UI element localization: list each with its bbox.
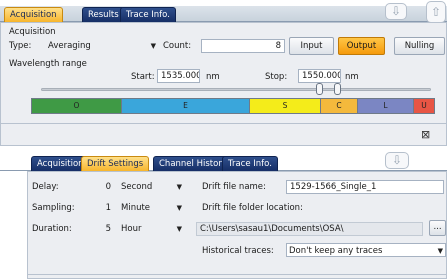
type-select-value: Averaging [48, 41, 91, 51]
wavelength-range-label: Wavelength range [9, 59, 87, 69]
sampling-unit-value: Minute [121, 203, 151, 213]
historical-traces-value: Don't keep any traces [289, 246, 383, 256]
output-button[interactable]: Output [338, 37, 385, 55]
duration-input[interactable]: 5 [80, 222, 115, 236]
stop-label: Stop: [265, 72, 288, 82]
acquisition-panel: Acquisition Type: Averaging ▼ Count: 8 I… [0, 22, 447, 146]
chevron-down-icon: ▼ [176, 204, 182, 212]
count-input[interactable]: 8 [201, 39, 285, 53]
tab-trace-info[interactable]: Trace Info. [120, 7, 176, 22]
slider-start-handle[interactable] [316, 83, 323, 95]
tab-trace-info-2[interactable]: Trace Info. [222, 156, 278, 171]
duration-label: Duration: [32, 224, 72, 234]
stop-wavelength-input[interactable]: 1550.000 [298, 69, 341, 83]
slider-stop-handle[interactable] [334, 83, 341, 95]
drift-settings-panel: Delay: 0 Second ▼ Sampling: 1 Minute ▼ D… [27, 171, 447, 279]
input-button[interactable]: Input [289, 37, 334, 55]
delay-label: Delay: [32, 182, 59, 192]
sampling-label: Sampling: [32, 203, 75, 213]
up-arrow-icon[interactable]: ⇧ [426, 1, 446, 23]
acquisition-tab-bar: Acquisition Results Trace Info. [0, 6, 447, 22]
sampling-unit-select[interactable]: Minute ▼ [119, 201, 184, 215]
acquisition-section-title: Acquisition [9, 27, 56, 37]
count-label: Count: [163, 41, 192, 51]
drift-tab-bar: Acquisition Drift Settings Channel Histo… [0, 155, 447, 171]
start-unit: nm [206, 72, 220, 82]
band-o[interactable]: O [32, 99, 122, 113]
delay-input[interactable]: 0 [80, 180, 115, 194]
band-c[interactable]: C [321, 99, 358, 113]
delay-unit-value: Second [121, 182, 153, 192]
duration-unit-value: Hour [121, 224, 142, 234]
drift-file-name-input[interactable]: 1529-1566_Single_1 [286, 180, 444, 194]
folder-location-input[interactable]: C:\Users\sasau1\Documents\OSA\ [196, 222, 423, 236]
down-arrow-icon[interactable]: ⇩ [385, 3, 407, 20]
tab-drift-settings[interactable]: Drift Settings [81, 156, 150, 171]
panel-divider-2 [28, 274, 447, 275]
duration-unit-select[interactable]: Hour ▼ [119, 222, 184, 236]
folder-location-label: Drift file folder location: [202, 203, 303, 213]
start-label: Start: [131, 72, 155, 82]
chevron-down-icon: ▼ [437, 247, 443, 255]
drift-file-name-label: Drift file name: [202, 182, 266, 192]
chevron-down-icon: ▼ [150, 42, 156, 50]
band-u[interactable]: U [414, 99, 434, 113]
sampling-input[interactable]: 1 [80, 201, 115, 215]
band-s[interactable]: S [250, 99, 321, 113]
tab-acquisition[interactable]: Acquisition [4, 7, 63, 22]
historical-traces-select[interactable]: Don't keep any traces ▼ [286, 243, 446, 257]
chevron-down-icon: ▼ [176, 225, 182, 233]
start-wavelength-input[interactable]: 1535.000 [157, 69, 200, 83]
tab-channel-history[interactable]: Channel History [153, 156, 233, 171]
band-bar[interactable]: O E S C L U [31, 98, 435, 114]
down-arrow-icon-2[interactable]: ⇩ [385, 152, 409, 169]
nulling-button[interactable]: Nulling [394, 37, 445, 55]
historical-traces-label: Historical traces: [202, 246, 274, 256]
tab-results[interactable]: Results [82, 7, 125, 22]
browse-button[interactable]: ... [429, 220, 446, 236]
chevron-down-icon: ▼ [176, 183, 182, 191]
band-l[interactable]: L [358, 99, 414, 113]
wavelength-slider-track[interactable] [41, 88, 431, 91]
stop-unit: nm [345, 72, 359, 82]
panel-divider [1, 123, 447, 124]
window-close-icon[interactable]: ⊠ [421, 128, 430, 141]
delay-unit-select[interactable]: Second ▼ [119, 180, 184, 194]
type-label: Type: [9, 41, 32, 51]
type-select[interactable]: Averaging ▼ [46, 39, 158, 53]
band-e[interactable]: E [122, 99, 250, 113]
